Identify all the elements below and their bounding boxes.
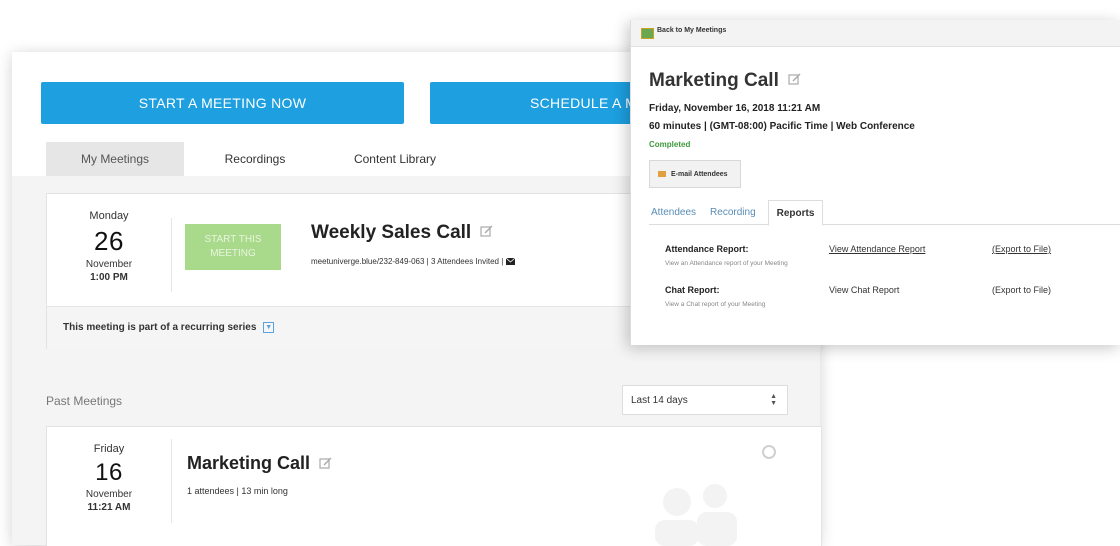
divider: [171, 218, 172, 292]
envelope-icon[interactable]: [505, 257, 515, 266]
chevron-down-icon[interactable]: ▼: [263, 322, 275, 333]
chat-report-label: Chat Report:: [665, 285, 720, 295]
tab-content-library[interactable]: Content Library: [326, 142, 464, 176]
meeting-title: Weekly Sales Call: [311, 222, 494, 244]
date-time: 11:21 AM: [87, 502, 131, 513]
date-number: 26: [94, 226, 124, 256]
start-meeting-now-button[interactable]: START A MEETING NOW: [41, 82, 404, 124]
recurring-text: This meeting is part of a recurring seri…: [63, 322, 257, 334]
edit-icon[interactable]: [480, 222, 494, 244]
date-time: 1:00 PM: [90, 272, 128, 283]
tab-attendees[interactable]: Attendees: [649, 200, 702, 224]
tab-my-meetings[interactable]: My Meetings: [46, 142, 184, 176]
meeting-details-panel: Back to My Meetings Marketing Call Frida…: [630, 20, 1120, 345]
meeting-date: Friday 16 November 11:21 AM: [47, 427, 171, 513]
date-month: November: [85, 489, 133, 500]
divider: [171, 439, 172, 523]
panel-title-text: Marketing Call: [649, 70, 779, 92]
panel-tabs: Attendees Recording Reports: [649, 200, 1120, 226]
date-month: November: [85, 259, 133, 270]
meetings-tabs: My Meetings Recordings Content Library: [46, 142, 464, 176]
meeting-details: 60 minutes | (GMT-08:00) Pacific Time | …: [649, 121, 915, 132]
meeting-meta: 1 attendees | 13 min long: [187, 486, 288, 496]
meeting-datetime: Friday, November 16, 2018 11:21 AM: [649, 103, 821, 114]
gear-icon[interactable]: [762, 445, 776, 459]
meeting-title-text: Marketing Call: [187, 453, 311, 473]
edit-icon[interactable]: [319, 454, 333, 475]
email-attendees-button[interactable]: E-mail Attendees: [649, 160, 741, 188]
tab-reports[interactable]: Reports: [767, 200, 824, 226]
back-to-my-meetings-link[interactable]: Back to My Meetings: [657, 27, 726, 34]
select-arrows-icon: ▲ ▼: [770, 393, 777, 407]
email-attendees-label: E-mail Attendees: [671, 170, 728, 178]
meeting-date: Monday 26 November 1:00 PM: [47, 194, 171, 283]
back-icon[interactable]: [641, 28, 654, 39]
attendance-report-desc: View an Attendance report of your Meetin…: [665, 260, 788, 267]
view-attendance-report-link[interactable]: View Attendance Report: [829, 244, 925, 254]
date-range-select[interactable]: Last 14 days ▲ ▼: [622, 385, 788, 415]
panel-title: Marketing Call: [649, 70, 802, 92]
tab-recordings[interactable]: Recordings: [184, 142, 326, 176]
tab-recording[interactable]: Recording: [708, 200, 762, 224]
attendance-report-label: Attendance Report:: [665, 244, 749, 254]
meeting-meta: meetuniverge.blue/232-849-063 | 3 Attend…: [311, 257, 515, 266]
export-chat-link[interactable]: (Export to File): [992, 285, 1051, 295]
date-range-value: Last 14 days: [631, 394, 688, 406]
meeting-meta-text: meetuniverge.blue/232-849-063 | 3 Attend…: [311, 257, 504, 266]
past-meeting-card[interactable]: Friday 16 November 11:21 AM Marketing Ca…: [46, 426, 822, 546]
meeting-title-text: Weekly Sales Call: [311, 222, 472, 244]
date-day: Monday: [89, 210, 129, 222]
export-attendance-link[interactable]: (Export to File): [992, 244, 1051, 254]
watermark-graphic: [655, 484, 737, 546]
past-meetings-heading: Past Meetings: [46, 394, 123, 408]
chat-report-desc: View a Chat report of your Meeting: [665, 301, 766, 308]
start-this-meeting-button[interactable]: START THIS MEETING: [185, 224, 281, 270]
status-badge: Completed: [649, 140, 691, 149]
date-day: Friday: [93, 443, 125, 455]
mail-icon: [658, 171, 666, 177]
edit-icon[interactable]: [788, 70, 802, 92]
recurring-notice: This meeting is part of a recurring seri…: [63, 322, 275, 334]
view-chat-report-link[interactable]: View Chat Report: [829, 285, 899, 295]
date-number: 16: [95, 459, 123, 486]
meeting-title: Marketing Call: [187, 453, 333, 475]
panel-header: Back to My Meetings: [631, 20, 1120, 47]
